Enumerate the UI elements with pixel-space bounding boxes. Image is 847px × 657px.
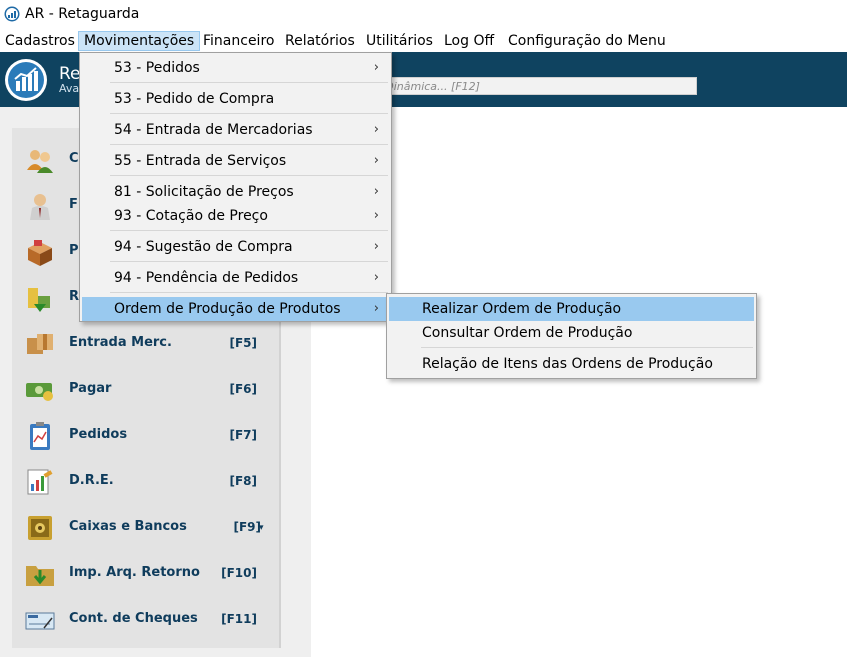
- ordem-producao-submenu: Realizar Ordem de Produção Consultar Ord…: [386, 293, 757, 379]
- movimentacoes-dropdown: 53 - Pedidos › 53 - Pedido de Compra 54 …: [79, 52, 392, 322]
- dropdown-item-label: 53 - Pedidos: [114, 60, 200, 76]
- report-chart-icon: [27, 469, 53, 495]
- dropdown-item-entrada-mercadorias[interactable]: 54 - Entrada de Mercadorias ›: [82, 118, 389, 142]
- shortcut-label: C: [69, 151, 79, 166]
- dynamic-search-input[interactable]: [370, 77, 697, 95]
- menu-financeiro[interactable]: Financeiro: [198, 31, 279, 51]
- shortcut-item-imp-arq-retorno[interactable]: Imp. Arq. Retorno [F10]: [12, 554, 279, 594]
- shortcut-key: [F10]: [221, 566, 257, 580]
- shortcut-key: [F5]: [229, 336, 257, 350]
- brand-title: Re: [59, 64, 81, 84]
- shortcut-key: [F6]: [229, 382, 257, 396]
- logo: [5, 59, 47, 101]
- menu-separator: [110, 230, 388, 231]
- dropdown-item-pedido-compra[interactable]: 53 - Pedido de Compra: [82, 87, 389, 111]
- chevron-right-icon: ›: [373, 60, 379, 75]
- shortcut-label: F: [69, 197, 78, 212]
- shortcut-label: Pagar: [69, 381, 112, 396]
- chevron-right-icon: ›: [373, 208, 379, 223]
- shortcut-item-dre[interactable]: D.R.E. [F8]: [12, 462, 279, 502]
- dropdown-item-label: 54 - Entrada de Mercadorias: [114, 122, 313, 138]
- person-icon: [30, 194, 50, 220]
- shortcut-item-caixas-bancos[interactable]: Caixas e Bancos [F9]: [12, 508, 279, 548]
- dropdown-item-solicitacao-precos[interactable]: 81 - Solicitação de Preços ›: [82, 180, 389, 204]
- shortcut-key: [F9]: [233, 520, 261, 534]
- chevron-right-icon: ›: [373, 184, 379, 199]
- menu-utilitarios[interactable]: Utilitários: [361, 31, 438, 51]
- menu-movimentacoes[interactable]: Movimentações: [78, 31, 201, 51]
- users-icon: [27, 150, 53, 173]
- dropdown-item-sugestao-compra[interactable]: 94 - Sugestão de Compra ›: [82, 235, 389, 259]
- shortcut-key: [F8]: [229, 474, 257, 488]
- shortcut-item-entrada-merc[interactable]: Entrada Merc. [F5]: [12, 324, 279, 364]
- dropdown-item-label: 94 - Sugestão de Compra: [114, 239, 293, 255]
- menu-logoff[interactable]: Log Off: [439, 31, 499, 51]
- menu-separator: [110, 292, 388, 293]
- shortcut-item-pedidos[interactable]: Pedidos [F7]: [12, 416, 279, 456]
- menu-bar: Cadastros Movimentações Financeiro Relat…: [0, 30, 847, 52]
- logo-chart-icon: [14, 67, 38, 91]
- dropdown-item-label: 55 - Entrada de Serviços: [114, 153, 287, 169]
- shortcut-key: [F7]: [229, 428, 257, 442]
- chevron-right-icon: ›: [373, 153, 379, 168]
- dropdown-item-label: 93 - Cotação de Preço: [114, 208, 268, 224]
- menu-separator: [110, 175, 388, 176]
- menu-separator: [110, 82, 388, 83]
- dropdown-item-label: Ordem de Produção de Produtos: [114, 301, 341, 317]
- menu-cadastros[interactable]: Cadastros: [0, 31, 80, 51]
- dropdown-item-label: 53 - Pedido de Compra: [114, 91, 275, 107]
- banknote-icon: [26, 383, 53, 401]
- submenu-item-relacao-itens[interactable]: Relação de Itens das Ordens de Produção: [389, 352, 754, 376]
- menu-relatorios[interactable]: Relatórios: [280, 31, 360, 51]
- submenu-item-consultar[interactable]: Consultar Ordem de Produção: [389, 321, 754, 345]
- shortcut-label: Cont. de Cheques: [69, 611, 198, 626]
- chevron-right-icon: ›: [373, 270, 379, 285]
- menu-separator: [110, 113, 388, 114]
- shortcut-item-cont-cheques[interactable]: Cont. de Cheques [F11]: [12, 600, 279, 640]
- box-icon: [28, 240, 52, 266]
- chevron-right-icon: ›: [373, 122, 379, 137]
- chevron-down-icon[interactable]: ▾: [259, 523, 264, 533]
- dropdown-item-label: 81 - Solicitação de Preços: [114, 184, 294, 200]
- submenu-item-realizar[interactable]: Realizar Ordem de Produção: [389, 297, 754, 321]
- dropdown-item-label: 94 - Pendência de Pedidos: [114, 270, 299, 286]
- dropdown-item-pedidos[interactable]: 53 - Pedidos ›: [82, 56, 389, 80]
- menu-separator: [110, 144, 388, 145]
- chevron-right-icon: ›: [373, 239, 379, 254]
- dropdown-item-cotacao-preco[interactable]: 93 - Cotação de Preço ›: [82, 204, 389, 228]
- shortcut-item-pagar[interactable]: Pagar [F6]: [12, 370, 279, 410]
- dropdown-item-ordem-producao[interactable]: Ordem de Produção de Produtos ›: [82, 297, 389, 321]
- shortcut-label: Pedidos: [69, 427, 128, 442]
- package-icon: [27, 334, 53, 354]
- folder-import-icon: [26, 566, 54, 586]
- clipboard-icon: [30, 422, 50, 450]
- title-bar: AR - Retaguarda: [0, 0, 847, 30]
- chevron-right-icon: ›: [373, 301, 379, 316]
- money-stack-icon: [28, 288, 50, 312]
- shortcut-label: Caixas e Bancos: [69, 519, 187, 534]
- cheque-icon: [25, 612, 55, 630]
- app-chart-icon: [4, 6, 20, 22]
- menu-separator: [110, 261, 388, 262]
- shortcut-label: D.R.E.: [69, 473, 114, 488]
- shortcut-label: Imp. Arq. Retorno: [69, 565, 200, 580]
- shortcut-label: R: [69, 289, 80, 304]
- menu-configuracao[interactable]: Configuração do Menu: [503, 31, 671, 51]
- window-title: AR - Retaguarda: [25, 6, 140, 22]
- shortcut-label: P: [69, 243, 79, 258]
- brand-subtitle: Ava: [59, 82, 80, 95]
- shortcut-label: Entrada Merc.: [69, 335, 172, 350]
- dropdown-item-entrada-servicos[interactable]: 55 - Entrada de Serviços ›: [82, 149, 389, 173]
- safe-icon: [28, 516, 52, 540]
- dropdown-item-pendencia-pedidos[interactable]: 94 - Pendência de Pedidos ›: [82, 266, 389, 290]
- shortcut-key: [F11]: [221, 612, 257, 626]
- menu-separator: [421, 347, 753, 348]
